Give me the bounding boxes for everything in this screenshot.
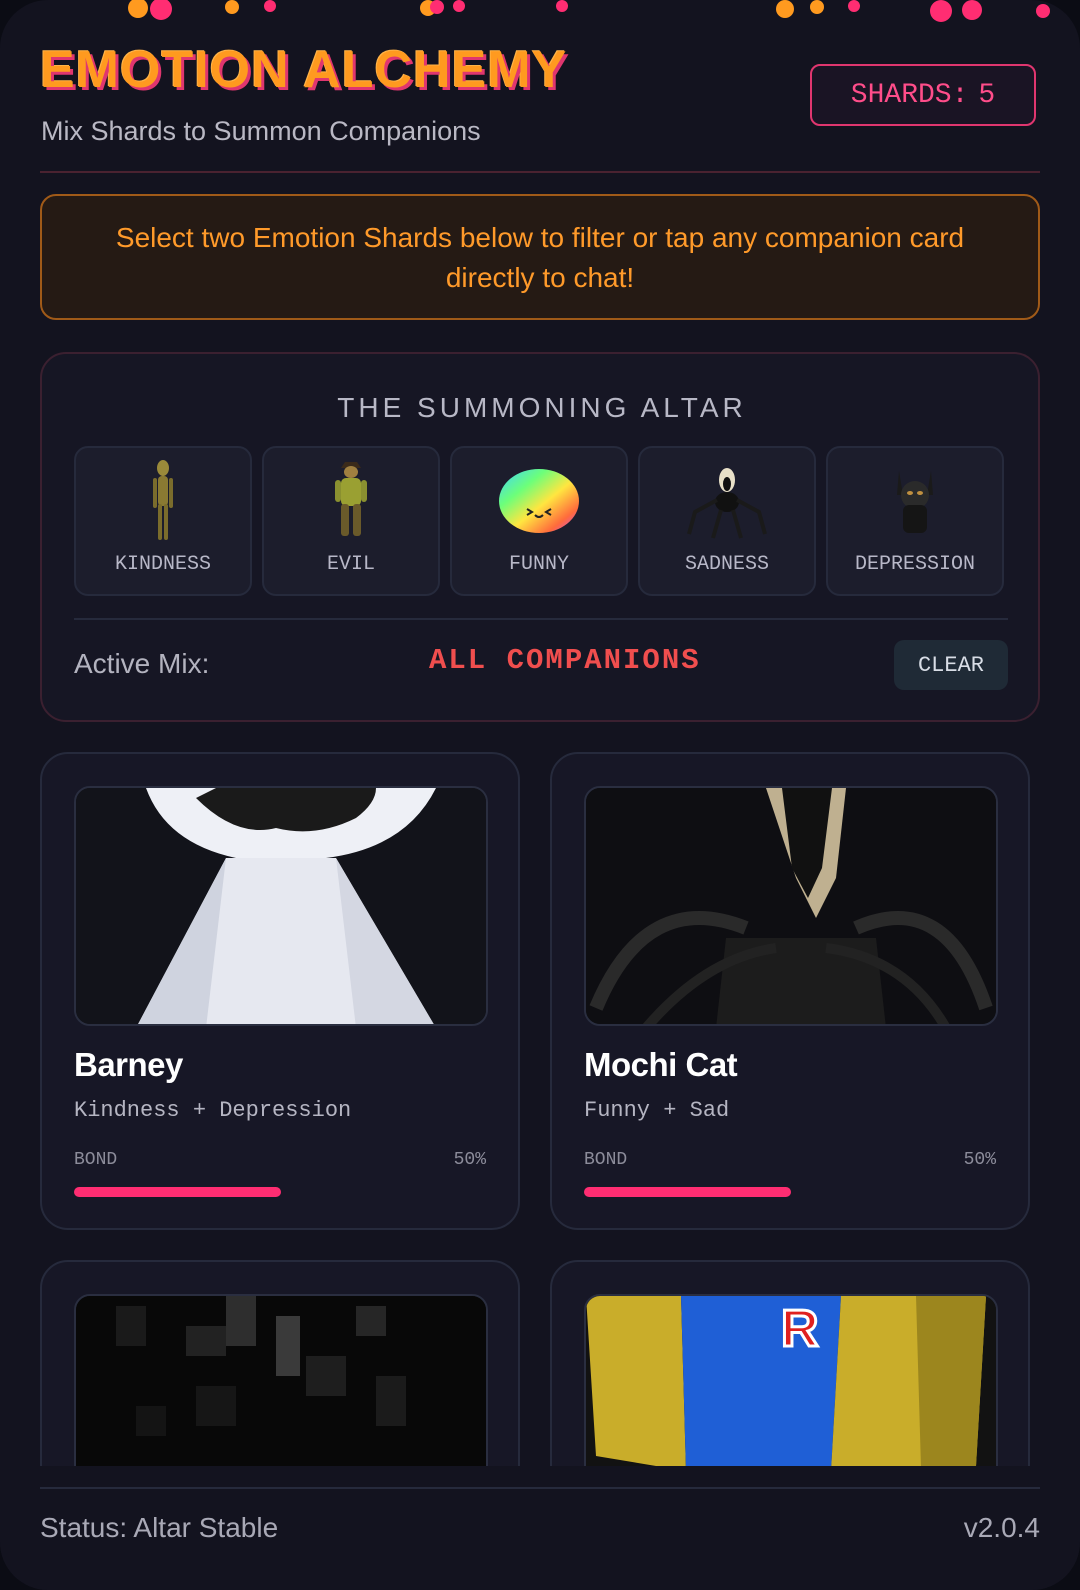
bond-label: BOND bbox=[584, 1150, 628, 1170]
decorative-dots bbox=[0, 0, 1080, 30]
companion-combo: Kindness + Depression bbox=[74, 1098, 352, 1123]
companion-card-barney[interactable]: Barney Kindness + Depression BOND 50% bbox=[40, 752, 520, 1230]
shard-kindness[interactable]: KINDNESS bbox=[74, 446, 252, 596]
evil-figure-icon bbox=[264, 458, 438, 542]
bond-bar bbox=[584, 1187, 998, 1197]
shards-counter: SHARDS: 5 bbox=[810, 64, 1036, 126]
companion-name: Barney bbox=[74, 1046, 183, 1083]
active-mix-label: Active Mix: bbox=[74, 648, 210, 679]
companion-name: Mochi Cat bbox=[584, 1046, 738, 1083]
shard-label: FUNNY bbox=[508, 553, 569, 576]
header-divider bbox=[40, 171, 1040, 173]
altar-divider bbox=[74, 618, 1008, 620]
shard-label: KINDNESS bbox=[114, 553, 211, 576]
bond-percent: 50% bbox=[453, 1150, 486, 1170]
shadow-figure-icon bbox=[828, 458, 1002, 542]
spider-figure-icon bbox=[640, 458, 814, 542]
bond-bar-fill bbox=[584, 1187, 791, 1197]
instruction-banner: Select two Emotion Shards below to filte… bbox=[40, 194, 1040, 320]
svg-text:R: R bbox=[781, 1300, 819, 1358]
version-text: v2.0.4 bbox=[963, 1512, 1040, 1543]
shard-sadness[interactable]: SADNESS bbox=[638, 446, 816, 596]
shard-label: DEPRESSION bbox=[854, 553, 976, 576]
altar-title: THE SUMMONING ALTAR bbox=[337, 392, 747, 423]
rainbow-blob-icon bbox=[452, 458, 626, 542]
bond-bar-fill bbox=[74, 1187, 281, 1197]
shard-depression[interactable]: DEPRESSION bbox=[826, 446, 1004, 596]
companion-combo: Funny + Sad bbox=[584, 1098, 730, 1123]
app-subtitle: Mix Shards to Summon Companions bbox=[41, 116, 481, 146]
summoning-altar: THE SUMMONING ALTAR KINDNESS EVIL FUNNY … bbox=[40, 352, 1040, 722]
shard-evil[interactable]: EVIL bbox=[262, 446, 440, 596]
app-title: EMOTION ALCHEMY bbox=[40, 41, 568, 99]
shard-funny[interactable]: FUNNY bbox=[450, 446, 628, 596]
bond-label: BOND bbox=[74, 1150, 118, 1170]
shard-label: SADNESS bbox=[684, 553, 769, 576]
active-mix-value: ALL COMPANIONS bbox=[429, 644, 701, 677]
shards-label: SHARDS: bbox=[850, 79, 969, 111]
bond-bar bbox=[74, 1187, 488, 1197]
app-frame: EMOTION ALCHEMY Mix Shards to Summon Com… bbox=[0, 0, 1080, 1590]
companion-image bbox=[584, 786, 998, 1026]
bond-percent: 50% bbox=[963, 1150, 996, 1170]
footer-divider bbox=[40, 1487, 1040, 1489]
companion-image bbox=[74, 786, 488, 1026]
clear-button[interactable]: CLEAR bbox=[894, 640, 1008, 690]
shards-count: 5 bbox=[978, 79, 996, 111]
shard-label: EVIL bbox=[326, 553, 375, 576]
companion-card-mochi-cat[interactable]: Mochi Cat Funny + Sad BOND 50% bbox=[550, 752, 1030, 1230]
kindness-figure-icon bbox=[76, 458, 250, 542]
status-text: Status: Altar Stable bbox=[40, 1512, 279, 1543]
